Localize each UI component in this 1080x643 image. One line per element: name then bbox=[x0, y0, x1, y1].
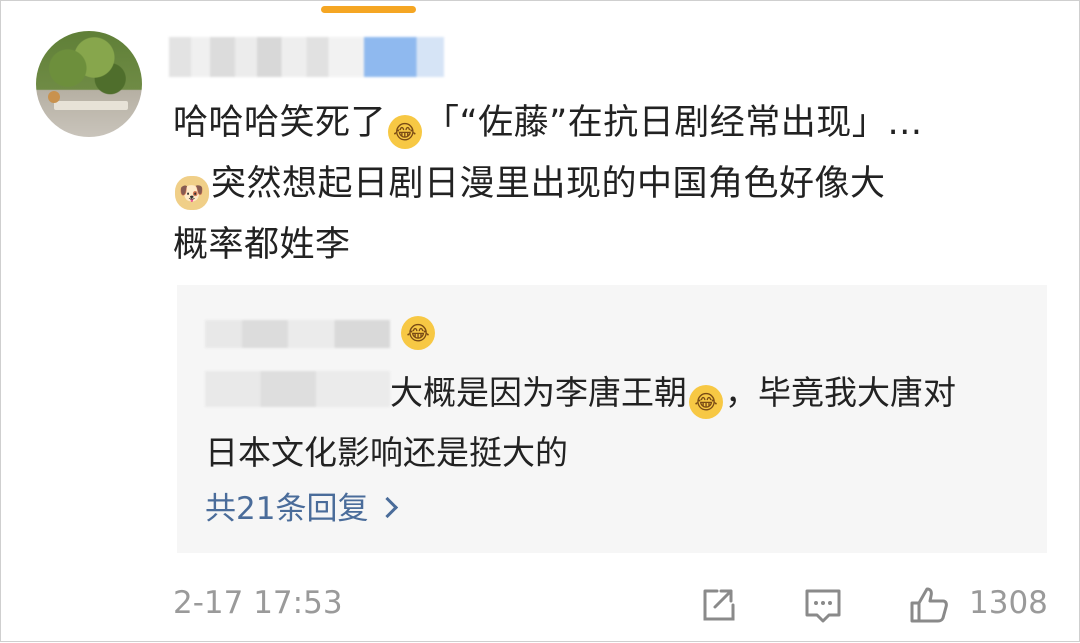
reply-line1a: 大概是因为李唐王朝 bbox=[390, 373, 687, 412]
avatar-bench bbox=[54, 101, 128, 110]
doge-emoji-icon: 🐶 bbox=[175, 176, 209, 210]
more-replies-label: 共21条回复 bbox=[205, 491, 369, 527]
laugh-cry-emoji-icon: 😂 bbox=[388, 115, 423, 149]
avatar-cat bbox=[48, 91, 60, 103]
timestamp: 2-17 17:53 bbox=[173, 585, 343, 621]
avatar[interactable] bbox=[36, 31, 142, 137]
comment-icon[interactable] bbox=[801, 583, 845, 627]
reply-line2: 日本文化影响还是挺大的 bbox=[205, 433, 568, 472]
like-count: 1308 bbox=[969, 585, 1048, 621]
reply-text: 大概是因为李唐王朝 😂 ，毕竟我大唐对 日本文化影响还是挺大的 bbox=[205, 363, 1025, 483]
comment-line1b: 「“佐藤”在抗日剧经常出现」… bbox=[424, 103, 923, 143]
reply-line1b: ，毕竟我大唐对 bbox=[725, 373, 956, 412]
reply-preview[interactable]: 😂 大概是因为李唐王朝 😂 ，毕竟我大唐对 日本文化影响还是挺大的 共21条回复 bbox=[177, 285, 1047, 553]
more-replies-link[interactable]: 共21条回复 bbox=[205, 483, 399, 528]
comment-item: 哈哈哈笑死了 😂 「“佐藤”在抗日剧经常出现」… 🐶 突然想起日剧日漫里出现的中国角色… bbox=[1, 1, 1080, 643]
laugh-cry-emoji-icon: 😂 bbox=[401, 316, 435, 350]
comment-line2: 突然想起日剧日漫里出现的中国角色好像大 bbox=[211, 164, 886, 204]
like-icon[interactable] bbox=[907, 583, 951, 627]
comment-text: 哈哈哈笑死了 😂 「“佐藤”在抗日剧经常出现」… 🐶 突然想起日剧日漫里出现的中国角色… bbox=[173, 93, 1033, 276]
chevron-right-icon bbox=[377, 496, 399, 519]
comment-line1: 哈哈哈笑死了 bbox=[173, 103, 387, 143]
username-blurred[interactable] bbox=[169, 37, 444, 77]
laugh-emoji-icon: 😂 bbox=[689, 385, 723, 419]
share-icon[interactable] bbox=[695, 583, 739, 627]
comment-line3: 概率都姓李 bbox=[173, 225, 351, 265]
reply-username-blurred[interactable] bbox=[205, 320, 390, 348]
comment-footer: 2-17 17:53 1308 bbox=[173, 583, 1053, 627]
